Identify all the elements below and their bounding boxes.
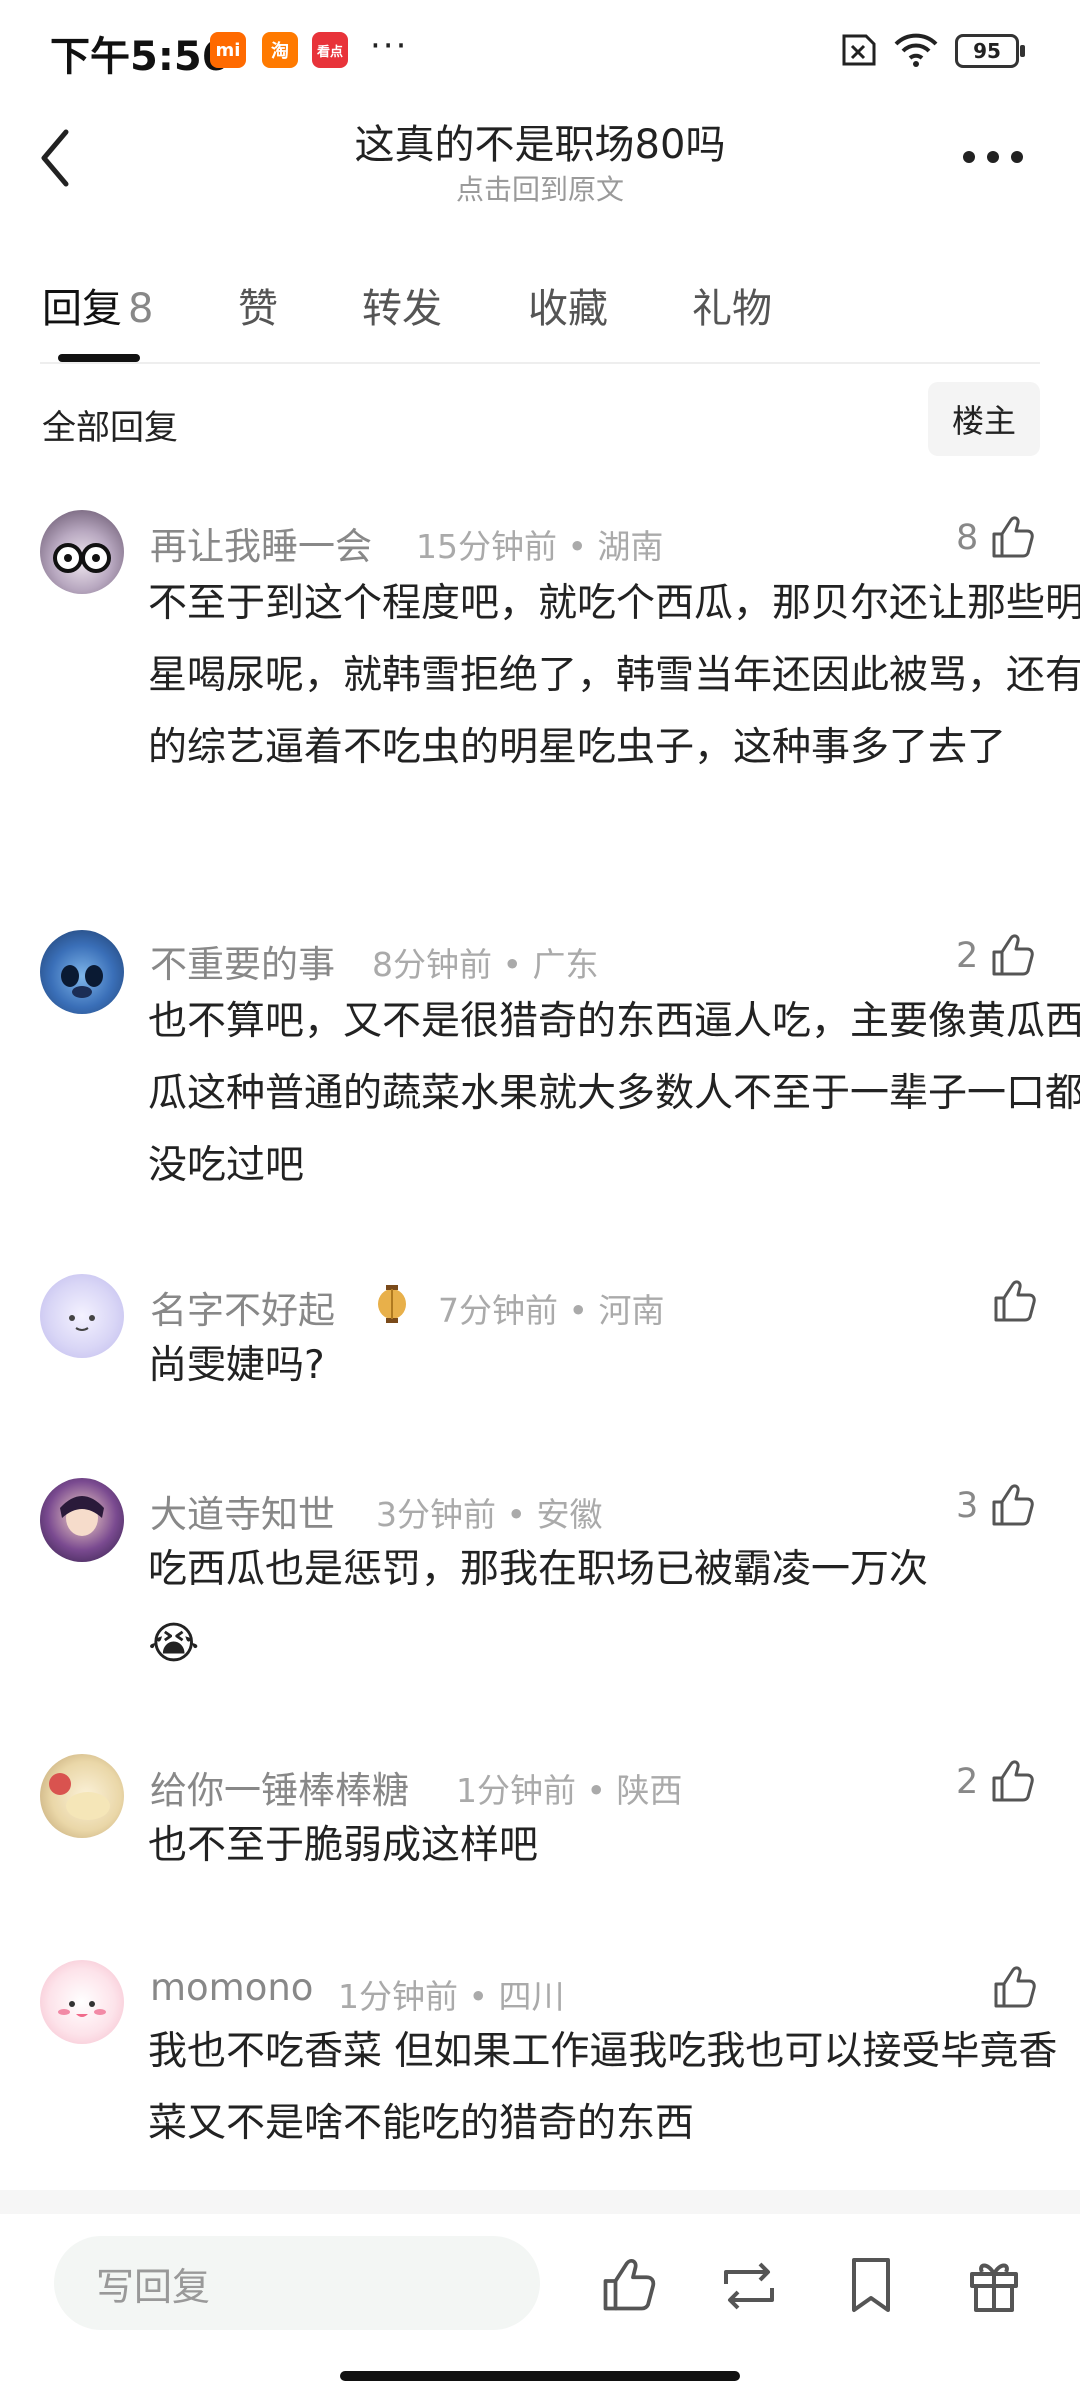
tab-active-indicator — [58, 354, 140, 362]
avatar[interactable] — [40, 1754, 124, 1838]
comment-meta: 15分钟前 • 湖南 — [416, 527, 664, 566]
comment-content: 我也不吃香菜 但如果工作逼我吃我也可以接受毕竟香菜又不是啥不能吃的猎奇的东西 — [148, 2029, 1058, 2146]
comment-username[interactable]: 不重要的事 — [150, 934, 335, 988]
like-button[interactable] — [990, 1278, 1038, 1326]
like-count: 2 — [956, 1762, 979, 1802]
avatar-anime-graphic — [60, 1496, 104, 1536]
page-title[interactable]: 这真的不是职场80吗 — [0, 112, 1080, 170]
tab-favorites[interactable]: 收藏 — [528, 276, 608, 334]
no-sim-icon — [842, 34, 876, 66]
kandian-app-icon: 看点 — [312, 32, 348, 68]
tab-divider — [40, 362, 1040, 364]
repost-icon[interactable] — [718, 2258, 780, 2314]
crying-emoji: 😭 — [148, 1618, 200, 1669]
like-count: 3 — [956, 1486, 979, 1526]
bookmark-icon[interactable] — [846, 2256, 896, 2316]
wifi-icon — [894, 33, 938, 67]
comment-meta: 7分钟前 • 河南 — [438, 1291, 665, 1330]
thumbs-up-icon — [992, 1760, 1035, 1802]
mi-app-icon: mi — [210, 32, 246, 68]
back-to-post-link[interactable]: 点击回到原文 — [0, 168, 1080, 208]
lantern-badge-icon — [378, 1285, 406, 1323]
avatar-food-graphic — [49, 1773, 110, 1820]
reply-input[interactable]: 写回复 — [54, 2236, 540, 2330]
comment-username[interactable]: 大道寺知世 — [150, 1484, 335, 1538]
like-button[interactable]: 3 — [956, 1482, 1036, 1530]
comment-content: 也不算吧，又不是很猎奇的东西逼人吃，主要像黄瓜西瓜这种普通的蔬菜水果就大多数人不… — [148, 999, 1080, 1188]
reply-placeholder: 写回复 — [96, 2264, 211, 2309]
comment-content: 吃西瓜也是惩罚，那我在职场已被霸凌一万次 — [148, 1547, 929, 1592]
avatar[interactable] — [40, 930, 124, 1014]
comment-content: 尚雯婕吗? — [148, 1343, 325, 1388]
like-count: 2 — [956, 936, 979, 976]
status-time: 下午5:56 — [50, 34, 230, 80]
tab-gifts[interactable]: 礼物 — [692, 276, 772, 334]
comment-username[interactable]: 再让我睡一会 — [150, 516, 372, 570]
tab-likes[interactable]: 赞 — [238, 276, 278, 334]
like-count: 8 — [956, 518, 979, 558]
avatar-glasses-graphic — [53, 543, 111, 573]
like-button[interactable] — [990, 1964, 1038, 2012]
thumbs-up-icon[interactable] — [598, 2256, 658, 2316]
gift-icon[interactable] — [966, 2254, 1022, 2314]
comment-username[interactable]: 名字不好起 — [150, 1280, 335, 1334]
avatar[interactable] — [40, 1478, 124, 1562]
comment-content: 不至于到这个程度吧，就吃个西瓜，那贝尔还让那些明星喝尿呢，就韩雪拒绝了，韩雪当年… — [148, 581, 1080, 770]
status-more-icon: ··· — [370, 26, 409, 66]
all-replies-filter[interactable]: 全部回复 — [42, 400, 178, 449]
avatar[interactable] — [40, 1960, 124, 2044]
tab-replies[interactable]: 回复 8 — [42, 276, 153, 334]
avatar[interactable] — [40, 1274, 124, 1358]
comment-meta: 8分钟前 • 广东 — [372, 945, 599, 984]
avatar-face-graphic — [58, 2001, 106, 2017]
comment-username[interactable]: momono — [150, 1966, 313, 2009]
comment-content: 也不至于脆弱成这样吧 — [148, 1823, 539, 1868]
tab-replies-count: 8 — [128, 286, 154, 332]
like-button[interactable]: 8 — [956, 514, 1036, 562]
avatar-character-graphic — [61, 965, 103, 998]
battery-indicator: 95 — [955, 34, 1025, 68]
tab-replies-label: 回复 — [42, 286, 122, 332]
comment-meta: 1分钟前 • 四川 — [338, 1977, 565, 2016]
thumbs-up-icon — [994, 1280, 1036, 1322]
thumbs-up-icon — [994, 1966, 1036, 2008]
comment-meta: 3分钟前 • 安徽 — [376, 1495, 603, 1534]
like-button[interactable]: 2 — [956, 932, 1036, 980]
thumbs-up-icon — [992, 1484, 1035, 1526]
avatar[interactable] — [40, 510, 124, 594]
avatar-cloud-graphic — [69, 1315, 95, 1331]
owner-only-button[interactable]: 楼主 — [928, 382, 1040, 456]
more-options-icon[interactable] — [962, 150, 1024, 164]
comment-username[interactable]: 给你一锤棒棒糖 — [150, 1760, 409, 1814]
comment-meta: 1分钟前 • 陕西 — [456, 1771, 683, 1810]
tab-reposts[interactable]: 转发 — [362, 276, 442, 334]
bottom-separator — [0, 2190, 1080, 2214]
thumbs-up-icon — [992, 934, 1035, 976]
home-indicator[interactable] — [340, 2371, 740, 2381]
thumbs-up-icon — [992, 516, 1035, 558]
taobao-app-icon: 淘 — [262, 32, 298, 68]
like-button[interactable]: 2 — [956, 1758, 1036, 1806]
